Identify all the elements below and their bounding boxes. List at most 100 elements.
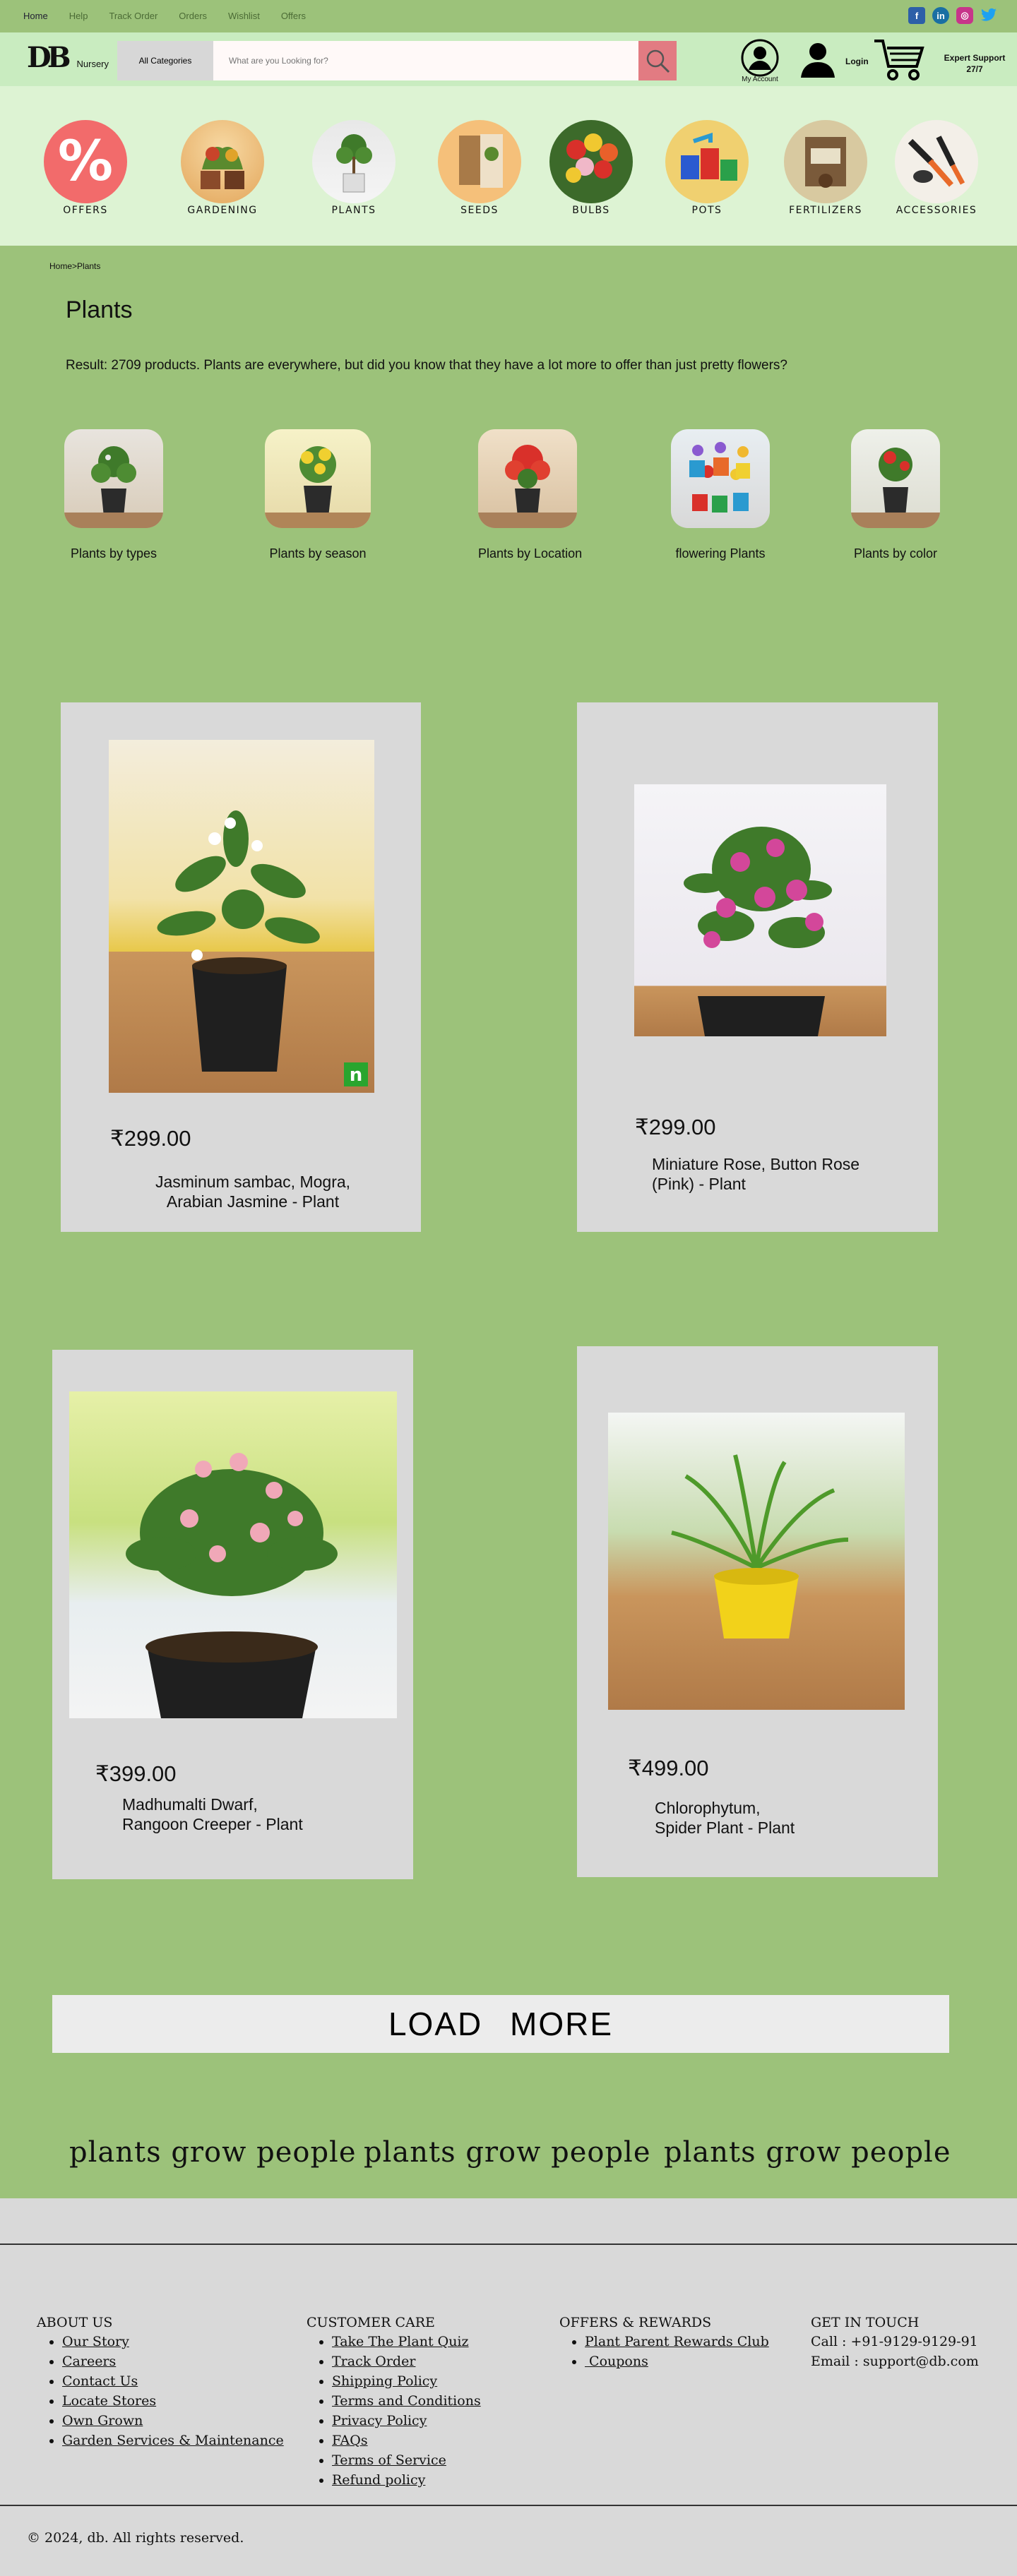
category-label: FERTILIZERS: [789, 205, 862, 216]
product-name-line: Miniature Rose, Button Rose: [652, 1155, 860, 1173]
nav-link-offers[interactable]: Offers: [281, 11, 306, 21]
category-offers[interactable]: % OFFERS: [43, 120, 128, 216]
footer-link-careers[interactable]: Careers: [62, 2354, 116, 2369]
user-icon[interactable]: [799, 41, 837, 81]
my-account-button[interactable]: My Account: [739, 38, 781, 83]
search-button[interactable]: [638, 41, 677, 80]
result-summary: Result: 2709 products. Plants are everyw…: [66, 358, 787, 373]
nav-link-track-order[interactable]: Track Order: [109, 11, 157, 21]
category-label: OFFERS: [63, 205, 108, 216]
footer-divider: [0, 2243, 1017, 2245]
product-card[interactable]: ₹299.00 Miniature Rose, Button Rose (Pin…: [577, 702, 938, 1232]
footer-contact-title: GET IN TOUCH: [811, 2315, 920, 2330]
footer-offers: OFFERS & REWARDS Plant Parent Rewards Cl…: [559, 2315, 769, 2371]
product-name-line: Madhumalti Dwarf,: [122, 1795, 258, 1814]
footer-link-rewards-club[interactable]: Plant Parent Rewards Club: [585, 2334, 769, 2349]
accessories-image: [895, 120, 978, 203]
product-card[interactable]: n ₹299.00 Jasminum sambac, Mogra, Arabia…: [61, 702, 421, 1232]
expert-support[interactable]: Expert Support 27/7: [939, 52, 1010, 75]
footer-link-privacy-policy[interactable]: Privacy Policy: [332, 2413, 427, 2428]
product-image: [608, 1413, 905, 1710]
product-price: ₹399.00: [95, 1761, 177, 1786]
category-label: SEEDS: [460, 205, 499, 216]
subcategory-types[interactable]: Plants by types: [64, 429, 163, 561]
footer-link-garden-services[interactable]: Garden Services & Maintenance: [62, 2433, 284, 2448]
linkedin-icon[interactable]: in: [932, 7, 949, 24]
search-input[interactable]: [213, 41, 638, 80]
all-categories-button[interactable]: All Categories: [117, 41, 213, 80]
product-name[interactable]: Chlorophytum, Spider Plant - Plant: [655, 1798, 909, 1838]
my-account-label: My Account: [742, 76, 778, 83]
category-plants[interactable]: PLANTS: [311, 120, 396, 216]
footer-link-shipping-policy[interactable]: Shipping Policy: [332, 2373, 437, 2389]
copyright-text: © 2024, db. All rights reserved.: [27, 2530, 244, 2546]
logo-mark: DB: [27, 41, 71, 74]
footer-link-terms-conditions[interactable]: Terms and Conditions: [332, 2393, 481, 2409]
nav-link-home[interactable]: Home: [23, 11, 48, 21]
login-link[interactable]: Login: [845, 56, 869, 66]
footer-offers-title: OFFERS & REWARDS: [559, 2315, 712, 2330]
product-name[interactable]: Miniature Rose, Button Rose (Pink) - Pla…: [652, 1154, 906, 1194]
plants-image: [312, 120, 396, 203]
site-header: DB Nursery All Categories My Account Log…: [0, 32, 1017, 86]
category-gardening[interactable]: GARDENING: [180, 120, 265, 216]
product-price: ₹499.00: [628, 1756, 709, 1780]
footer-link-coupons[interactable]: Coupons: [585, 2354, 648, 2369]
footer-phone[interactable]: Call : +91-9129-9129-91: [811, 2332, 979, 2352]
product-name-line: Spider Plant - Plant: [655, 1819, 795, 1837]
footer-link-locate-stores[interactable]: Locate Stores: [62, 2393, 156, 2409]
footer-link-refund-policy[interactable]: Refund policy: [332, 2472, 425, 2488]
footer-link-terms-service[interactable]: Terms of Service: [332, 2452, 446, 2468]
product-name[interactable]: Jasminum sambac, Mogra, Arabian Jasmine …: [133, 1172, 373, 1211]
subcategory-season[interactable]: Plants by season: [265, 429, 371, 561]
footer-email[interactable]: Email : support@db.com: [811, 2352, 979, 2371]
subcategory-label: flowering Plants: [675, 546, 766, 561]
category-seeds[interactable]: SEEDS: [437, 120, 522, 216]
subcategory-flowering[interactable]: flowering Plants: [671, 429, 770, 561]
site-footer: ABOUT US Our Story Careers Contact Us Lo…: [0, 2198, 1017, 2576]
breadcrumb[interactable]: Home>Plants: [49, 261, 100, 271]
site-logo[interactable]: DB Nursery: [27, 44, 109, 72]
nav-link-orders[interactable]: Orders: [179, 11, 207, 21]
footer-link-contact-us[interactable]: Contact Us: [62, 2373, 138, 2389]
subcategory-color[interactable]: Plants by color: [851, 429, 940, 561]
load-more-button[interactable]: LOAD MORE: [52, 1995, 949, 2053]
footer-link-plant-quiz[interactable]: Take The Plant Quiz: [332, 2334, 469, 2349]
footer-link-our-story[interactable]: Our Story: [62, 2334, 129, 2349]
category-fertilizers[interactable]: FERTILIZERS: [783, 120, 868, 216]
cart-icon[interactable]: [873, 37, 927, 85]
product-image: n: [109, 740, 374, 1093]
footer-customer-care: CUSTOMER CARE Take The Plant Quiz Track …: [307, 2315, 481, 2490]
gardening-image: [181, 120, 264, 203]
account-icon: [741, 39, 779, 77]
bulbs-image: [549, 120, 633, 203]
footer-link-faqs[interactable]: FAQs: [332, 2433, 368, 2448]
page-title: Plants: [66, 296, 133, 323]
category-label: ACCESSORIES: [896, 205, 977, 216]
product-card[interactable]: ₹399.00 Madhumalti Dwarf, Rangoon Creepe…: [52, 1350, 413, 1879]
instagram-icon[interactable]: ◎: [956, 7, 973, 24]
support-title: Expert Support: [944, 53, 1006, 63]
search-icon: [646, 49, 670, 73]
product-name[interactable]: Madhumalti Dwarf, Rangoon Creeper - Plan…: [122, 1795, 376, 1834]
subcategory-location[interactable]: Plants by Location: [478, 429, 582, 561]
offers-icon: %: [44, 120, 127, 203]
footer-about: ABOUT US Our Story Careers Contact Us Lo…: [37, 2315, 284, 2450]
footer-link-own-grown[interactable]: Own Grown: [62, 2413, 143, 2428]
nav-link-wishlist[interactable]: Wishlist: [228, 11, 260, 21]
product-card[interactable]: ₹499.00 Chlorophytum, Spider Plant - Pla…: [577, 1346, 938, 1877]
category-strip: % OFFERS GARDENING PLANTS SEEDS BULBS PO…: [0, 86, 1017, 246]
tagline-text: plants grow people: [69, 2136, 357, 2169]
category-bulbs[interactable]: BULBS: [549, 120, 634, 216]
category-pots[interactable]: POTS: [665, 120, 749, 216]
twitter-icon[interactable]: [980, 7, 997, 24]
logo-subtitle: Nursery: [76, 59, 109, 69]
category-accessories[interactable]: ACCESSORIES: [894, 120, 979, 216]
product-image: [69, 1391, 397, 1718]
category-label: GARDENING: [187, 205, 258, 216]
footer-link-track-order[interactable]: Track Order: [332, 2354, 415, 2369]
subcategory-image: [265, 429, 371, 528]
product-name-line: (Pink) - Plant: [652, 1175, 746, 1193]
facebook-icon[interactable]: f: [908, 7, 925, 24]
nav-link-help[interactable]: Help: [69, 11, 88, 21]
